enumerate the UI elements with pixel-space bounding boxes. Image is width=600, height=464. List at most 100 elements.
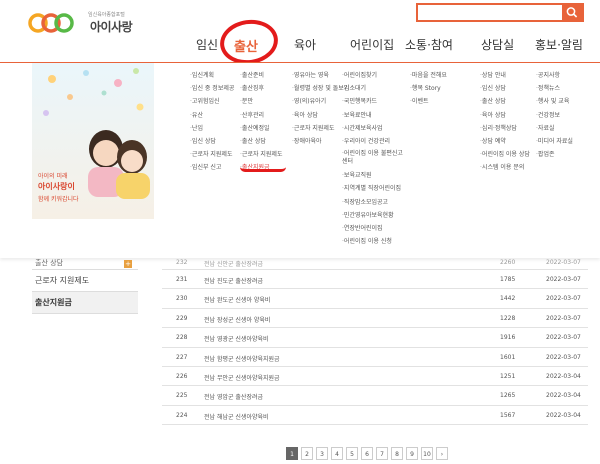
table-row[interactable]: 228 전남 영광군 신생아양육비 1916 2022-03-07 [162,328,588,348]
page-2[interactable]: 2 [301,447,313,460]
menu-item[interactable]: 근로자 지원제도 [190,148,234,161]
menu-item[interactable]: 어린이집찾기 [342,69,406,82]
table-row[interactable]: 224 전남 해남군 신생아양육비 1567 2022-03-04 [162,406,588,426]
menu-item[interactable]: 미디어 자료실 [536,135,573,148]
nav-item-pregnancy[interactable]: 임신 [196,36,218,53]
menu-item[interactable]: 국민행복카드 [342,95,406,108]
menu-item[interactable]: 어린이집 이용 신청 [342,235,406,248]
menu-item[interactable]: 임신계획 [190,69,234,82]
row-number: 229 [176,314,188,322]
menu-item[interactable]: 장애아육아 [292,135,349,148]
search-input[interactable] [418,9,558,25]
menu-item[interactable]: 시스템 이용 문의 [480,161,530,174]
menu-item[interactable]: 난임 [190,122,234,135]
menu-item[interactable]: 연장반어린이집 [342,222,406,235]
nav-item-notice[interactable]: 홍보·알림 [535,36,583,53]
menu-item[interactable]: 어린이집 이용 불편신고 센터 [342,150,406,166]
menu-item[interactable]: 출산징후 [240,82,282,95]
menu-item[interactable]: 상담 안내 [480,69,530,82]
row-title[interactable]: 전남 장성군 신생아 양육비 [204,315,270,324]
menu-item[interactable]: 우리아이 건강관리 [342,135,406,148]
table-row[interactable]: 225 전남 영암군 출산장려금 1265 2022-03-04 [162,386,588,406]
nav-item-daycare[interactable]: 어린이집 [350,36,394,53]
menu-item[interactable]: 출산 상담 [480,95,530,108]
row-title[interactable]: 전남 함평군 신생아양육지원금 [204,354,280,363]
row-title[interactable]: 전남 진도군 출산장려금 [204,276,263,285]
menu-item[interactable]: 공지사항 [536,69,573,82]
page-3[interactable]: 3 [316,447,328,460]
row-title[interactable]: 전남 무안군 신생아양육지원금 [204,373,280,382]
menu-item[interactable]: 자료실 [536,122,573,135]
next-page-button[interactable]: › [436,447,448,460]
menu-item[interactable]: 근로자 지원제도 [292,122,349,135]
table-row[interactable]: 231 전남 진도군 출산장려금 1785 2022-03-07 [162,270,588,290]
row-date: 2022-03-07 [546,314,581,322]
nav-item-childcare[interactable]: 육아 [294,36,316,53]
menu-item[interactable]: 보육료안내 [342,109,406,122]
row-number: 230 [176,295,188,303]
menu-item[interactable]: 시간제보육사업 [342,122,406,135]
menu-item[interactable]: 근로자 지원제도 [240,148,283,161]
page-9[interactable]: 9 [406,447,418,460]
table-row[interactable]: 229 전남 장성군 신생아 양육비 1228 2022-03-07 [162,309,588,329]
page-6[interactable]: 6 [361,447,373,460]
row-title[interactable]: 전남 신안군 출산장려금 [204,259,263,268]
menu-item[interactable]: 행복 Story [410,82,447,95]
menu-item[interactable]: 심리·정책상담 [480,122,530,135]
search-button[interactable] [562,5,582,20]
menu-item[interactable]: 임신 상담 [190,135,234,148]
page-4[interactable]: 4 [331,447,343,460]
page-5[interactable]: 5 [346,447,358,460]
page-7[interactable]: 7 [376,447,388,460]
row-title[interactable]: 전남 영광군 신생아양육비 [204,334,269,343]
menu-item[interactable]: 출산준비 [240,69,282,82]
menu-item[interactable]: 지역계별 직장어린이집 [342,182,406,195]
menu-item[interactable]: 이벤트 [410,95,447,108]
menu-item[interactable]: 영유아는 영육 [292,69,349,82]
menu-item[interactable]: 출산예정일 [240,122,282,135]
nav-item-community[interactable]: 소통·참여 [405,36,453,53]
expand-plus-icon[interactable]: + [124,260,132,268]
sidebar-item-birth-counseling[interactable]: 출산 상담 + [32,258,138,270]
menu-item[interactable]: 입소대기 [342,82,406,95]
row-date: 2022-03-07 [546,353,581,361]
menu-item[interactable]: 정책뉴스 [536,82,573,95]
menu-item[interactable]: 임신 상담 [480,82,530,95]
page-10[interactable]: 10 [421,447,433,460]
promo-banner[interactable]: 아이의 미래 아이사랑이 함께 키워갑니다 [32,63,154,219]
menu-item[interactable]: 출산 상담 [240,135,282,148]
page-8[interactable]: 8 [391,447,403,460]
row-title[interactable]: 전남 영암군 출산장려금 [204,392,263,401]
menu-item[interactable]: 산후관리 [240,109,282,122]
menu-item[interactable]: 행사 및 교육 [536,95,573,108]
menu-item[interactable]: 직장맘소모임공고 [342,196,406,209]
row-title[interactable]: 전남 완도군 신생아 양육비 [204,295,270,304]
menu-item[interactable]: 건강정보 [536,109,573,122]
menu-item[interactable]: 마음을 전해요 [410,69,447,82]
menu-item[interactable]: 육아 상담 [292,109,349,122]
menu-item[interactable]: 임신 중 정보제공 [190,82,234,95]
menu-item[interactable]: 영(의)유아기 [292,95,349,108]
sidebar-item-birth-subsidy[interactable]: 출산지원금 [32,292,138,314]
menu-item[interactable]: 임신부 신고 [190,161,234,174]
page-1[interactable]: 1 [286,447,298,460]
row-date: 2022-03-07 [546,276,581,283]
site-logo[interactable]: 임신육아종합포털 아이사랑 [28,6,133,46]
table-row[interactable]: 230 전남 완도군 신생아 양육비 1442 2022-03-07 [162,289,588,309]
menu-item[interactable]: 유산 [190,109,234,122]
nav-item-counseling[interactable]: 상담실 [481,36,514,53]
menu-item[interactable]: 보육교직원 [342,169,406,182]
row-title[interactable]: 전남 해남군 신생아양육비 [204,412,269,421]
menu-item[interactable]: 팝업존 [536,148,573,161]
sidebar-item-worker-support[interactable]: 근로자 지원제도 [32,270,138,292]
table-row[interactable]: 227 전남 함평군 신생아양육지원금 1601 2022-03-07 [162,348,588,367]
menu-item[interactable]: 월령별 성장 및 돌보기 [292,82,349,95]
menu-item[interactable]: 민간영유아보육현황 [342,209,406,222]
menu-item[interactable]: 고위험임신 [190,95,234,108]
table-row[interactable]: 226 전남 무안군 신생아양육지원금 1251 2022-03-04 [162,367,588,387]
menu-item[interactable]: 육아 상담 [480,109,530,122]
menu-item[interactable]: 상담 예약 [480,135,530,148]
menu-item[interactable]: 분만 [240,95,282,108]
menu-item[interactable]: 어린이집 이용 상담 [480,148,530,161]
table-row[interactable]: 232 전남 신안군 출산장려금 2260 2022-03-07 [162,258,588,270]
